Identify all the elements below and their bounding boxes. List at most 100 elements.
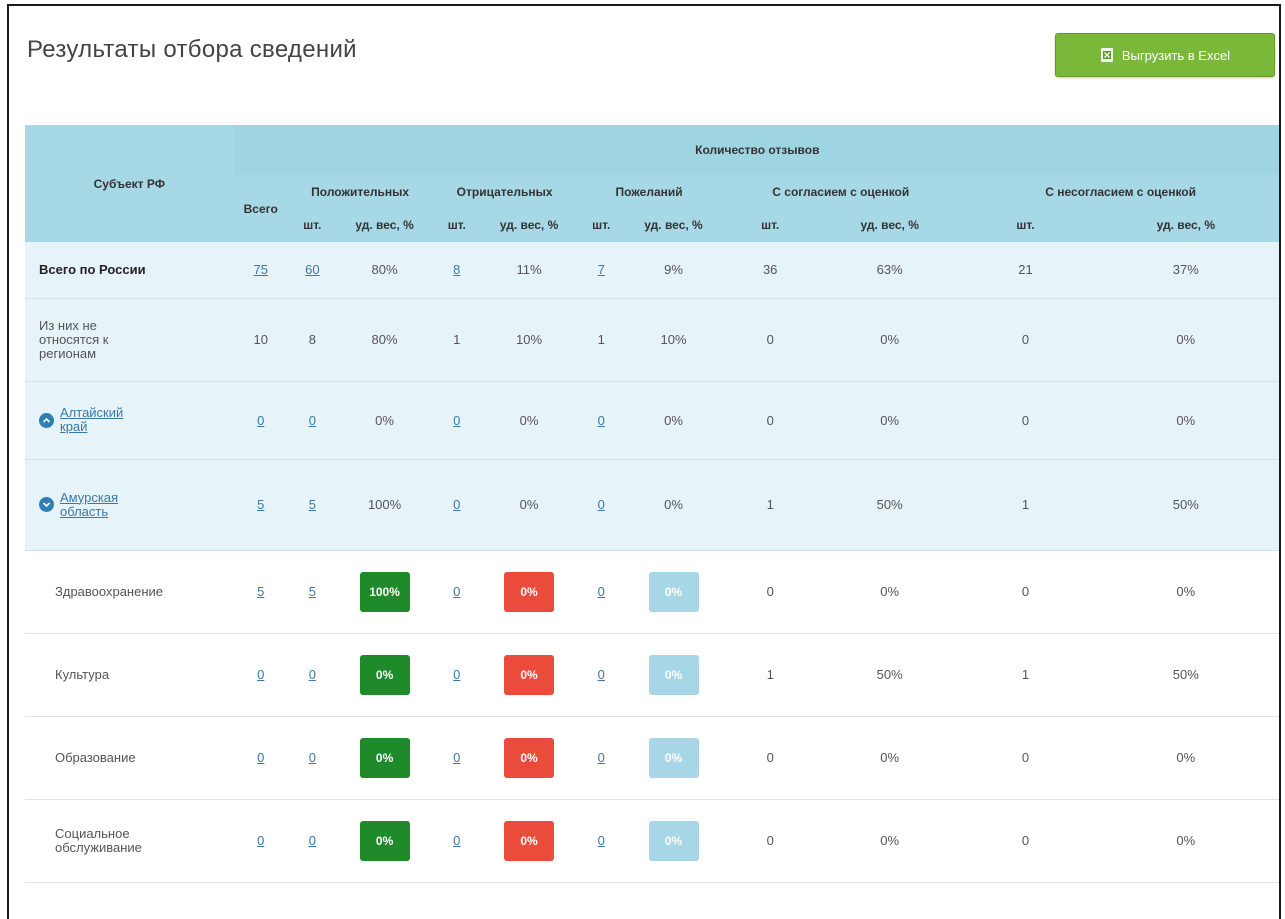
- positive-link[interactable]: 0: [309, 413, 316, 428]
- positive-share: 100%: [336, 459, 433, 551]
- header-pcs: шт.: [960, 208, 1091, 242]
- header-pcs: шт.: [287, 208, 337, 242]
- negative-link[interactable]: 0: [453, 413, 460, 428]
- agree-share: 50%: [819, 459, 961, 551]
- chevron-down-icon[interactable]: [39, 497, 54, 512]
- table-row-non-regional: Из них не относятся к регионам 10 8 80% …: [25, 298, 1279, 382]
- positive-share-badge: 100%: [359, 571, 410, 612]
- header-share: уд. вес, %: [1090, 208, 1279, 242]
- positive-share: 0%: [336, 381, 433, 460]
- positive-share-badge: 0%: [359, 737, 410, 778]
- total-link[interactable]: 5: [257, 584, 264, 599]
- total-count: 10: [233, 298, 288, 382]
- disagree-count: 0: [960, 716, 1091, 800]
- positive-count: 8: [287, 298, 337, 382]
- disagree-count: 0: [960, 298, 1091, 382]
- row-name: Всего по России: [25, 242, 234, 299]
- agree-share: 0%: [819, 298, 961, 382]
- disagree-count: 0: [960, 799, 1091, 883]
- negative-link[interactable]: 0: [453, 750, 460, 765]
- total-link[interactable]: 0: [257, 833, 264, 848]
- header-share: уд. вес, %: [481, 208, 577, 242]
- header-agree: С согласием с оценкой: [721, 175, 961, 208]
- total-link[interactable]: 0: [257, 667, 264, 682]
- table-row-category: Социальное обслуживание 0 0 0% 0 0% 0 0%…: [25, 799, 1279, 883]
- wishes-link[interactable]: 0: [598, 833, 605, 848]
- positive-link[interactable]: 0: [309, 750, 316, 765]
- agree-share: 63%: [819, 242, 961, 299]
- wishes-share: 0%: [625, 381, 722, 460]
- region-link[interactable]: Алтайский край: [60, 406, 140, 434]
- header-pcs: шт.: [721, 208, 820, 242]
- positive-link[interactable]: 0: [309, 667, 316, 682]
- negative-share-badge: 0%: [504, 737, 555, 778]
- positive-link[interactable]: 60: [305, 262, 319, 277]
- wishes-share: 0%: [625, 459, 722, 551]
- header-total: Всего: [233, 175, 288, 242]
- agree-count: 0: [721, 298, 820, 382]
- disagree-share: 0%: [1090, 550, 1279, 634]
- wishes-link[interactable]: 0: [598, 413, 605, 428]
- positive-link[interactable]: 5: [309, 497, 316, 512]
- header-negative: Отрицательных: [432, 175, 577, 208]
- disagree-count: 1: [960, 459, 1091, 551]
- agree-share: 0%: [819, 716, 961, 800]
- positive-link[interactable]: 0: [309, 833, 316, 848]
- negative-link[interactable]: 0: [453, 497, 460, 512]
- negative-count: 1: [432, 298, 482, 382]
- negative-link[interactable]: 0: [453, 833, 460, 848]
- negative-share: 10%: [481, 298, 577, 382]
- agree-count: 1: [721, 633, 820, 717]
- disagree-share: 0%: [1090, 298, 1279, 382]
- negative-share-badge: 0%: [504, 654, 555, 695]
- total-link[interactable]: 0: [257, 750, 264, 765]
- disagree-share: 37%: [1090, 242, 1279, 299]
- disagree-count: 1: [960, 633, 1091, 717]
- disagree-share: 50%: [1090, 633, 1279, 717]
- agree-count: 0: [721, 716, 820, 800]
- disagree-share: 0%: [1090, 716, 1279, 800]
- chevron-up-icon[interactable]: [39, 412, 54, 428]
- excel-icon: [1100, 48, 1113, 62]
- region-toggle[interactable]: Алтайский край: [39, 406, 140, 434]
- agree-count: 0: [721, 550, 820, 634]
- wishes-share: 10%: [625, 298, 722, 382]
- agree-count: 0: [721, 381, 820, 460]
- agree-share: 0%: [819, 799, 961, 883]
- total-link[interactable]: 75: [254, 262, 268, 277]
- wishes-link[interactable]: 0: [598, 497, 605, 512]
- results-table: Субъект РФ Количество отзывов Всего Поло…: [25, 125, 1279, 883]
- disagree-count: 0: [960, 550, 1091, 634]
- table-row-category: Образование 0 0 0% 0 0% 0 0% 0 0% 0 0%: [25, 716, 1279, 800]
- negative-link[interactable]: 8: [453, 262, 460, 277]
- negative-link[interactable]: 0: [453, 667, 460, 682]
- total-link[interactable]: 5: [257, 497, 264, 512]
- header-wishes: Пожеланий: [576, 175, 722, 208]
- header-share: уд. вес, %: [625, 208, 722, 242]
- agree-count: 36: [721, 242, 820, 299]
- header-positive: Положительных: [287, 175, 433, 208]
- category-name: Социальное обслуживание: [55, 825, 142, 855]
- export-excel-button[interactable]: Выгрузить в Excel: [1055, 33, 1275, 77]
- export-excel-label: Выгрузить в Excel: [1121, 47, 1231, 63]
- agree-count: 1: [721, 459, 820, 551]
- wishes-link[interactable]: 0: [598, 750, 605, 765]
- negative-link[interactable]: 0: [453, 584, 460, 599]
- wishes-count: 1: [576, 298, 626, 382]
- negative-share: 0%: [481, 459, 577, 551]
- negative-share: 11%: [481, 242, 577, 299]
- page-title: Результаты отбора сведений: [27, 36, 357, 63]
- wishes-link[interactable]: 0: [598, 667, 605, 682]
- positive-link[interactable]: 5: [309, 584, 316, 599]
- wishes-link[interactable]: 7: [598, 262, 605, 277]
- header-share: уд. вес, %: [336, 208, 433, 242]
- table-row-region-altai: Алтайский край 0 0 0% 0 0% 0 0% 0 0% 0 0…: [25, 381, 1279, 460]
- wishes-share-badge: 0%: [648, 820, 699, 861]
- positive-share-badge: 0%: [359, 654, 410, 695]
- region-toggle[interactable]: Амурская область: [39, 490, 140, 519]
- total-link[interactable]: 0: [257, 413, 264, 428]
- wishes-link[interactable]: 0: [598, 584, 605, 599]
- region-link[interactable]: Амурская область: [60, 490, 140, 519]
- negative-share: 0%: [481, 381, 577, 460]
- negative-share-badge: 0%: [504, 571, 555, 612]
